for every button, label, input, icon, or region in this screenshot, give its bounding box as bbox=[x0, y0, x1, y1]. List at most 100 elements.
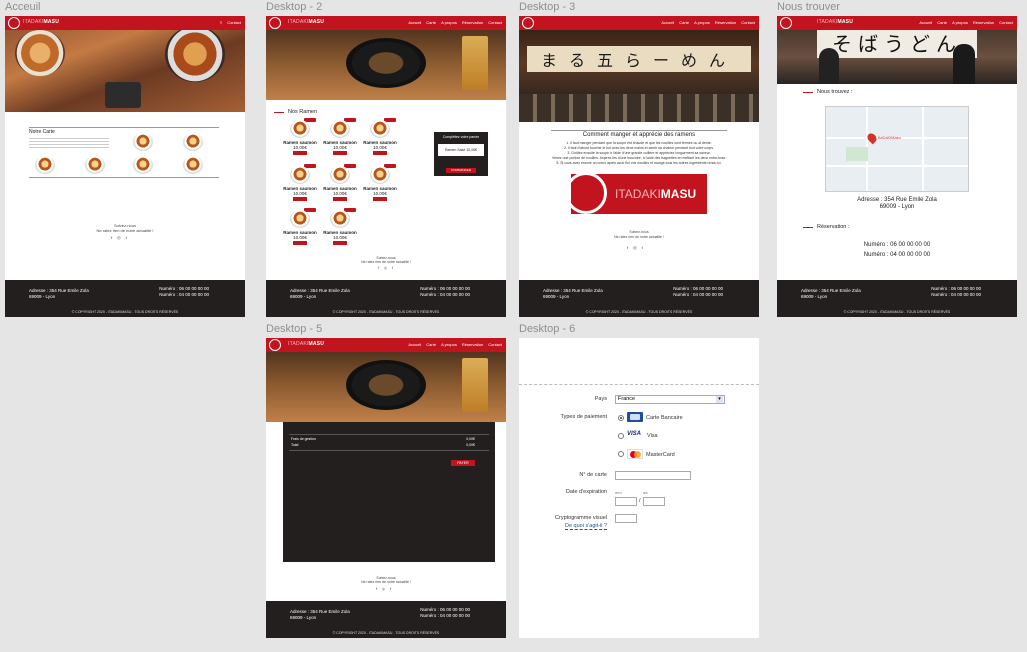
dish-image[interactable] bbox=[133, 156, 153, 174]
facebook-icon[interactable]: f bbox=[627, 245, 628, 250]
nav-accueil[interactable]: Accueil bbox=[919, 20, 932, 25]
add-to-cart-button[interactable] bbox=[333, 241, 347, 245]
frame-label-desktop-6[interactable]: Desktop - 6 bbox=[519, 323, 575, 335]
ramen-card[interactable]: Ramen saumon 10.00€ bbox=[320, 208, 360, 252]
ramen-card[interactable]: Ramen saumon 10.00€ bbox=[280, 118, 320, 162]
brand-logo[interactable]: ITADAKIMASU bbox=[23, 19, 59, 25]
nav-contact[interactable]: Contact bbox=[999, 20, 1013, 25]
instagram-icon[interactable]: ◎ bbox=[382, 587, 385, 591]
numcarte-label: N° de carte bbox=[579, 472, 607, 478]
nav-apropos[interactable]: A propos bbox=[694, 20, 710, 25]
facebook-icon[interactable]: f bbox=[111, 235, 112, 240]
nav-carte[interactable]: Carte bbox=[426, 20, 436, 25]
logo-icon[interactable] bbox=[780, 17, 792, 29]
nav-reservation[interactable]: Réservation bbox=[715, 20, 736, 25]
nav-reservation[interactable]: Réservation bbox=[462, 342, 483, 347]
facebook-icon[interactable]: f bbox=[376, 587, 377, 591]
instagram-icon[interactable]: ◎ bbox=[117, 235, 121, 240]
frame-label-desktop-5[interactable]: Desktop - 5 bbox=[266, 323, 322, 335]
twitter-icon[interactable]: t bbox=[126, 235, 127, 240]
nav-accueil[interactable]: Accueil bbox=[408, 342, 421, 347]
radio-visa[interactable] bbox=[618, 433, 624, 439]
add-to-cart-button[interactable] bbox=[333, 197, 347, 201]
logo-prefix: ITADAKI bbox=[615, 187, 661, 201]
nav-menu: Accueil Carte A propos Réservation Conta… bbox=[661, 20, 755, 25]
dish-image[interactable] bbox=[183, 133, 203, 151]
address: Adresse : 354 Rue Emile Zola 69009 - Lyon bbox=[857, 197, 937, 210]
nav-menu: Accueil Carte A propos Réservation Conta… bbox=[408, 342, 502, 347]
pays-select[interactable]: France ▾ bbox=[615, 395, 725, 404]
twitter-icon[interactable]: t bbox=[390, 587, 391, 591]
brand-logo[interactable]: ITADAKIMASU bbox=[817, 19, 853, 25]
frame-nous-trouver: そばうどん ITADAKIMASU Accueil Carte A propos… bbox=[777, 16, 1017, 317]
card-number-input[interactable] bbox=[615, 471, 691, 480]
nav-contact[interactable]: Contact bbox=[488, 20, 502, 25]
ramen-card[interactable]: Ramen saumon 10.00€ bbox=[360, 164, 400, 208]
dish-image[interactable] bbox=[85, 156, 105, 174]
ramen-card[interactable]: Ramen saumon 10.00€ bbox=[320, 164, 360, 208]
nav-accueil[interactable]: Accueil bbox=[661, 20, 674, 25]
commander-button[interactable]: COMMANDER bbox=[446, 168, 476, 173]
dish-image[interactable] bbox=[183, 156, 203, 174]
frame-desktop-3: まる五らーめん Accueil Carte A propos Réservati… bbox=[519, 16, 759, 317]
crypto-label: Cryptogramme visuel bbox=[555, 515, 607, 521]
logo-icon[interactable] bbox=[269, 17, 281, 29]
nav-apropos[interactable]: A propos bbox=[441, 342, 457, 347]
nav-accueil[interactable]: Accueil bbox=[408, 20, 421, 25]
frame-label-nous-trouver[interactable]: Nous trouver bbox=[777, 1, 840, 13]
ramen-card[interactable]: Ramen saumon 10.00€ bbox=[280, 164, 320, 208]
dish-image[interactable] bbox=[35, 156, 55, 174]
logo-icon[interactable] bbox=[8, 17, 20, 29]
payer-button[interactable]: PAYER bbox=[451, 460, 475, 466]
nav-menu-icon[interactable]: ≡ bbox=[220, 20, 222, 25]
instagram-icon[interactable]: ◎ bbox=[633, 245, 637, 250]
add-to-cart-button[interactable] bbox=[333, 151, 347, 155]
expiry-month-input[interactable] bbox=[615, 497, 637, 506]
social-links: f ◎ t bbox=[376, 587, 391, 591]
dish-image[interactable] bbox=[133, 133, 153, 151]
suivez-subtitle: Ne ratez rien de notre actualité ! bbox=[361, 580, 411, 584]
divider bbox=[29, 177, 219, 178]
bowl-image bbox=[165, 26, 225, 82]
nav-reservation[interactable]: Réservation bbox=[973, 20, 994, 25]
nav-contact[interactable]: Contact bbox=[227, 20, 241, 25]
footer-address: Adresse : 354 Rue Emile Zola 69009 - Lyon bbox=[290, 609, 350, 620]
twitter-icon[interactable]: t bbox=[642, 245, 643, 250]
twitter-icon[interactable]: t bbox=[392, 266, 393, 270]
ramen-card[interactable]: Ramen saumon 10.00€ bbox=[360, 118, 400, 162]
ramen-card[interactable]: Ramen saumon 10.00€ bbox=[320, 118, 360, 162]
nav-reservation[interactable]: Réservation bbox=[462, 20, 483, 25]
frame-label-desktop-3[interactable]: Desktop - 3 bbox=[519, 1, 575, 13]
nav-contact[interactable]: Contact bbox=[488, 342, 502, 347]
add-to-cart-button[interactable] bbox=[373, 151, 387, 155]
brand-logo[interactable]: ITADAKIMASU bbox=[288, 19, 324, 25]
radio-mastercard[interactable] bbox=[618, 451, 624, 457]
frame-label-desktop-2[interactable]: Desktop - 2 bbox=[266, 1, 322, 13]
frame-label-accueil[interactable]: Acceuil bbox=[5, 1, 40, 13]
instagram-icon[interactable]: ◎ bbox=[384, 266, 387, 270]
expiry-year-input[interactable] bbox=[643, 497, 665, 506]
ramen-image bbox=[290, 166, 310, 184]
nav-apropos[interactable]: A propos bbox=[952, 20, 968, 25]
add-to-cart-button[interactable] bbox=[293, 151, 307, 155]
brand-logo[interactable]: ITADAKIMASU bbox=[288, 341, 324, 347]
facebook-icon[interactable]: f bbox=[378, 266, 379, 270]
add-to-cart-button[interactable] bbox=[373, 197, 387, 201]
nav-carte[interactable]: Carte bbox=[937, 20, 947, 25]
nav-carte[interactable]: Carte bbox=[679, 20, 689, 25]
add-to-cart-button[interactable] bbox=[293, 197, 307, 201]
nav-contact[interactable]: Contact bbox=[741, 20, 755, 25]
nav-carte[interactable]: Carte bbox=[426, 342, 436, 347]
nav-apropos[interactable]: A propos bbox=[441, 20, 457, 25]
add-to-cart-button[interactable] bbox=[293, 241, 307, 245]
ramen-card[interactable]: Ramen saumon 10.00€ bbox=[280, 208, 320, 252]
logo-icon[interactable] bbox=[522, 17, 534, 29]
cvv-help-link[interactable]: De quoi s'agit-il ? bbox=[564, 523, 607, 530]
radio-carte-bancaire[interactable] bbox=[618, 415, 624, 421]
logo-icon[interactable] bbox=[269, 339, 281, 351]
chevron-down-icon[interactable]: ▾ bbox=[716, 396, 723, 403]
footer: Adresse : 354 Rue Emile Zola 69009 - Lyon… bbox=[266, 280, 506, 317]
cvv-input[interactable] bbox=[615, 514, 637, 523]
map[interactable]: ItaDaKiMasu bbox=[825, 106, 969, 192]
frame-desktop-2: ITADAKIMASU Accueil Carte A propos Réser… bbox=[266, 16, 506, 317]
